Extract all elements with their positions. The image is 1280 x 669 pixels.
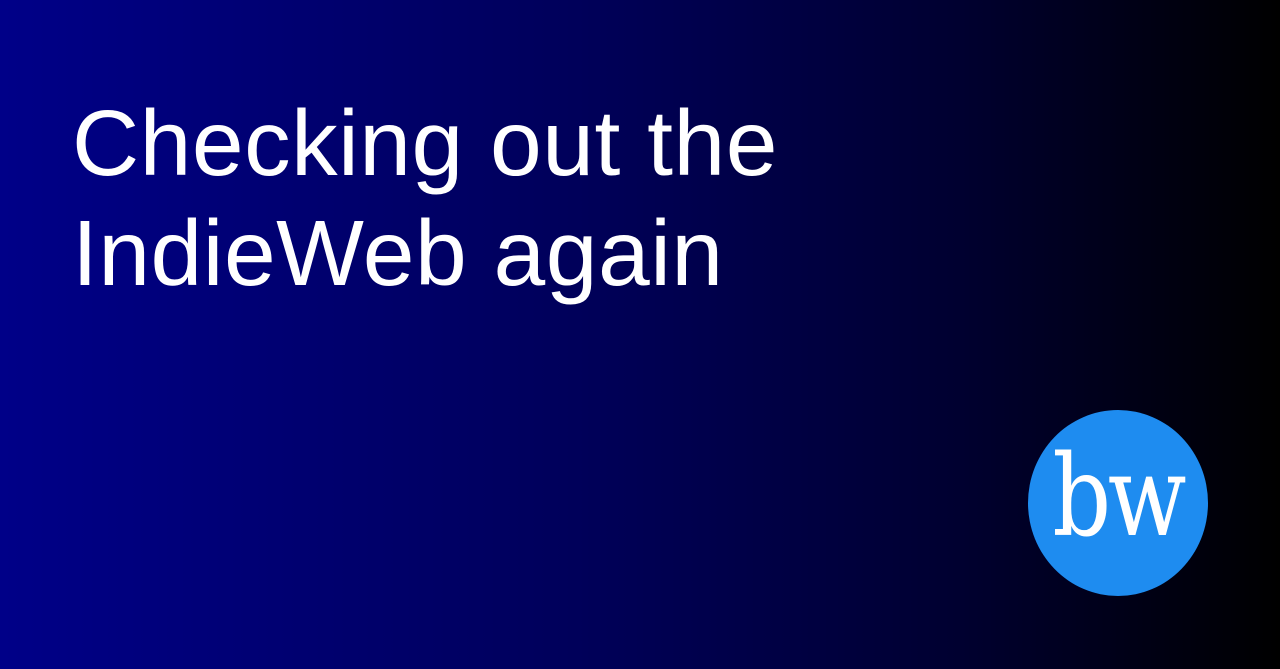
post-title: Checking out the IndieWeb again bbox=[72, 91, 778, 305]
site-logo: bw bbox=[1028, 410, 1208, 596]
logo-text: bw bbox=[1052, 432, 1187, 562]
